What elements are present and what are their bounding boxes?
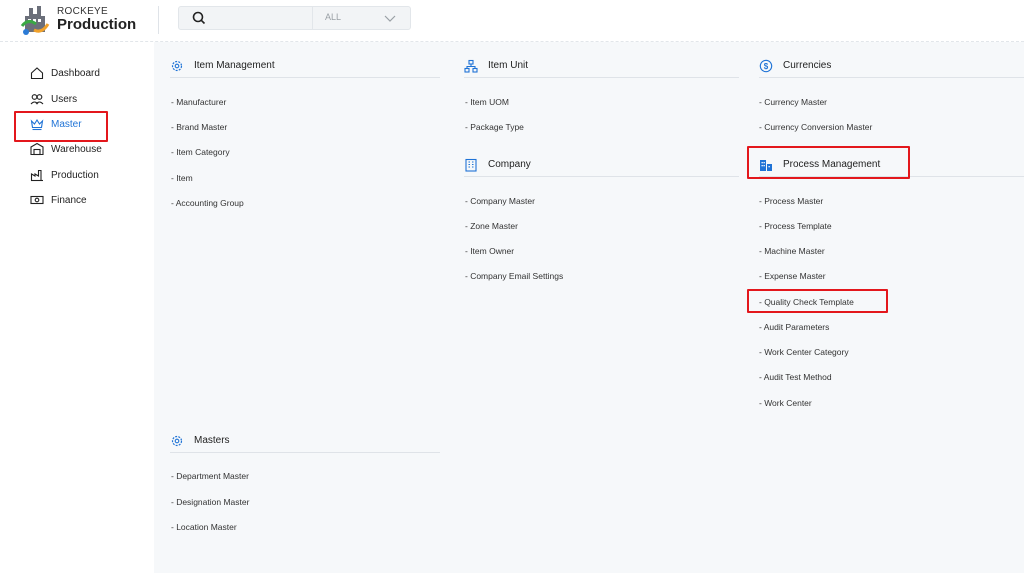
sidebar-item-production[interactable]: Production	[30, 166, 99, 184]
link-work-center-category[interactable]: - Work Center Category	[759, 347, 849, 357]
link-accounting-group[interactable]: - Accounting Group	[171, 198, 244, 208]
link-item-uom[interactable]: - Item UOM	[465, 97, 509, 107]
section-item-management: Item Management	[170, 54, 440, 78]
link-machine-master[interactable]: - Machine Master	[759, 246, 825, 256]
warehouse-icon	[30, 142, 44, 156]
dollar-icon: $	[759, 59, 773, 72]
link-audit-test-method[interactable]: - Audit Test Method	[759, 372, 832, 382]
crown-icon	[30, 118, 44, 131]
link-designation-master[interactable]: - Designation Master	[171, 497, 249, 507]
link-quality-check-template[interactable]: - Quality Check Template	[759, 297, 854, 307]
search-scope-value: ALL	[325, 12, 342, 22]
link-item-owner[interactable]: - Item Owner	[465, 246, 514, 256]
search-scope-select[interactable]: ALL	[313, 7, 411, 29]
sidebar-item-label: Finance	[51, 194, 87, 206]
sidebar-item-label: Master	[51, 118, 82, 130]
link-package-type[interactable]: - Package Type	[465, 122, 524, 132]
search-input[interactable]	[213, 9, 313, 27]
sidebar-item-users[interactable]: Users	[30, 90, 77, 108]
search-icon[interactable]	[191, 10, 207, 26]
factory-icon	[30, 169, 43, 182]
section-title: Process Management	[783, 159, 881, 170]
section-item-unit: Item Unit	[464, 54, 739, 78]
section-process-management: Process Management	[759, 153, 1024, 177]
svg-text:$: $	[764, 62, 769, 71]
building-icon	[465, 158, 477, 172]
link-location-master[interactable]: - Location Master	[171, 522, 237, 532]
section-masters: Masters	[170, 429, 440, 453]
header-divider	[158, 6, 159, 34]
link-item-category[interactable]: - Item Category	[171, 147, 230, 157]
rockeye-logo-icon[interactable]	[20, 4, 50, 36]
link-department-master[interactable]: - Department Master	[171, 471, 249, 481]
money-icon	[30, 195, 44, 205]
sidebar-item-warehouse[interactable]: Warehouse	[30, 140, 102, 158]
link-process-master[interactable]: - Process Master	[759, 196, 823, 206]
gear-icon	[171, 60, 183, 71]
section-title: Masters	[194, 435, 230, 446]
section-company: Company	[464, 153, 739, 177]
users-icon	[30, 94, 44, 105]
hierarchy-icon	[464, 59, 478, 73]
link-currency-master[interactable]: - Currency Master	[759, 97, 827, 107]
top-header: ROCKEYE Production ALL	[0, 0, 1024, 42]
link-currency-conversion-master[interactable]: - Currency Conversion Master	[759, 122, 872, 132]
sidebar-item-label: Users	[51, 93, 78, 105]
sidebar-item-label: Production	[51, 169, 99, 181]
link-audit-parameters[interactable]: - Audit Parameters	[759, 322, 829, 332]
home-icon	[30, 67, 44, 80]
section-title: Currencies	[783, 60, 832, 71]
section-currencies: $ Currencies	[759, 54, 1024, 78]
section-title: Item Management	[194, 60, 275, 71]
link-expense-master[interactable]: - Expense Master	[759, 271, 826, 281]
sidebar-item-label: Dashboard	[51, 67, 100, 79]
office-building-icon	[760, 159, 772, 171]
link-work-center[interactable]: - Work Center	[759, 398, 812, 408]
sidebar-item-label: Warehouse	[51, 143, 102, 155]
link-manufacturer[interactable]: - Manufacturer	[171, 97, 226, 107]
sidebar-item-finance[interactable]: Finance	[30, 191, 87, 209]
brand-title: Production	[57, 16, 137, 33]
link-company-master[interactable]: - Company Master	[465, 196, 535, 206]
sidebar-item-dashboard[interactable]: Dashboard	[30, 64, 100, 82]
link-zone-master[interactable]: - Zone Master	[465, 221, 518, 231]
section-title: Company	[488, 159, 531, 170]
link-item[interactable]: - Item	[171, 173, 193, 183]
link-company-email-settings[interactable]: - Company Email Settings	[465, 271, 563, 281]
link-brand-master[interactable]: - Brand Master	[171, 122, 227, 132]
link-process-template[interactable]: - Process Template	[759, 221, 832, 231]
section-title: Item Unit	[488, 60, 529, 71]
chevron-down-icon	[384, 15, 396, 22]
sidebar: Dashboard Users Master Warehouse Product…	[0, 42, 154, 573]
sidebar-item-master[interactable]: Master	[30, 115, 82, 133]
master-menu-panel: Item Management - Manufacturer - Brand M…	[154, 42, 1024, 573]
search-bar: ALL	[178, 6, 411, 30]
gear-icon	[171, 435, 183, 446]
